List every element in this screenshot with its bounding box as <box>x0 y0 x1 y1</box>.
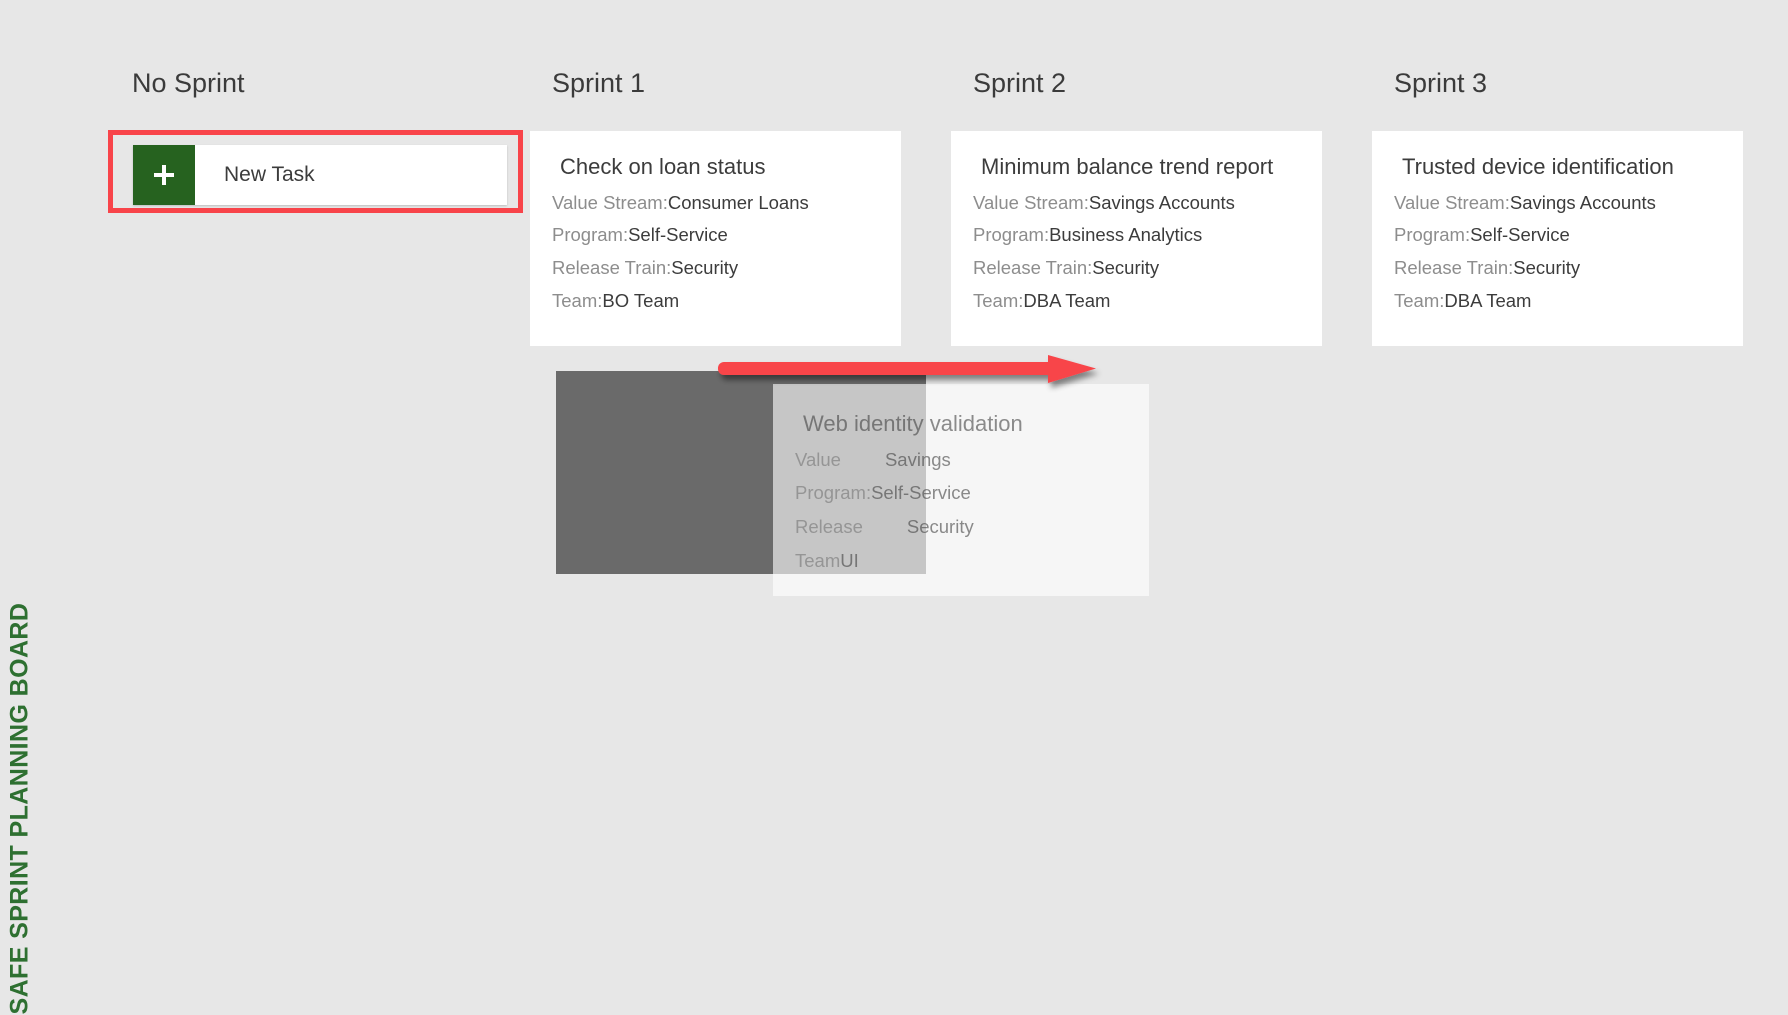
plus-icon <box>133 145 195 205</box>
field-label: Team: <box>1394 289 1445 311</box>
field-value: Security <box>1513 257 1581 278</box>
column-title: No Sprint <box>132 68 245 98</box>
task-card-field: Program:Business Analytics <box>973 221 1322 249</box>
task-card-field: Value Stream:Savings Accounts <box>1394 189 1743 217</box>
field-value: Self-Service <box>628 224 728 246</box>
field-value: Consumer Loans <box>667 191 809 213</box>
new-task-label: New Task <box>224 163 315 186</box>
board-column-sprint-2: Sprint 2 Minimum balance trend report Va… <box>951 70 1371 346</box>
field-label: Team: <box>973 289 1024 311</box>
field-label: Value Stream: <box>973 191 1089 213</box>
task-card-field: Release Train:Security <box>1394 254 1743 282</box>
task-card-field: Program:Self-Service <box>1394 221 1743 249</box>
field-label: Program: <box>1394 224 1471 246</box>
task-card-title: Trusted device identification <box>1402 154 1674 179</box>
field-value: Savings Accounts <box>1509 191 1656 213</box>
field-value: Savings Accounts <box>1088 191 1235 213</box>
task-card-field: Team:BO Team <box>552 287 901 315</box>
field-value: DBA Team <box>1023 289 1111 311</box>
task-card-field: Value Stream:Consumer Loans <box>552 189 901 217</box>
task-card-field: Release Train:Security <box>973 254 1322 282</box>
task-card-field: Program:Self-Service <box>552 221 901 249</box>
new-task-highlight-box: New Task <box>108 130 523 213</box>
task-card-field: Value Stream:Savings Accounts <box>973 189 1322 217</box>
field-label: Release Train: <box>552 257 672 278</box>
task-card-title: Minimum balance trend report <box>981 154 1274 179</box>
new-task-button[interactable]: New Task <box>133 145 507 205</box>
board-column-sprint-1: Sprint 1 Check on loan status Value Stre… <box>530 70 950 346</box>
column-title: Sprint 3 <box>1394 68 1488 98</box>
task-card[interactable]: Trusted device identification Value Stre… <box>1372 131 1743 346</box>
field-value: BO Team <box>602 289 680 311</box>
task-card-field: Release Train:Security <box>552 254 901 282</box>
column-title: Sprint 2 <box>973 68 1067 98</box>
field-label: Program: <box>973 224 1050 246</box>
task-card[interactable]: Check on loan status Value Stream:Consum… <box>530 131 901 346</box>
field-label: Release Train: <box>973 257 1093 278</box>
task-card[interactable]: Minimum balance trend report Value Strea… <box>951 131 1322 346</box>
task-card-field: Team:DBA Team <box>973 287 1322 315</box>
field-value: Security <box>1092 257 1160 278</box>
column-title: Sprint 1 <box>552 68 646 98</box>
field-value: DBA Team <box>1444 289 1532 311</box>
task-card-title: Check on loan status <box>560 154 766 179</box>
field-label: Program: <box>552 224 629 246</box>
board-column-sprint-3: Sprint 3 Trusted device identification V… <box>1372 70 1788 346</box>
task-card-field: Team:DBA Team <box>1394 287 1743 315</box>
field-label: Team: <box>552 289 603 311</box>
field-value: Self-Service <box>1470 224 1570 246</box>
field-label: Value Stream: <box>552 191 668 213</box>
field-label: Release Train: <box>1394 257 1514 278</box>
board-column-no-sprint: No Sprint <box>110 70 530 131</box>
field-label: Value Stream: <box>1394 191 1510 213</box>
field-value: Security <box>671 257 739 278</box>
field-value: Business Analytics <box>1049 224 1203 246</box>
